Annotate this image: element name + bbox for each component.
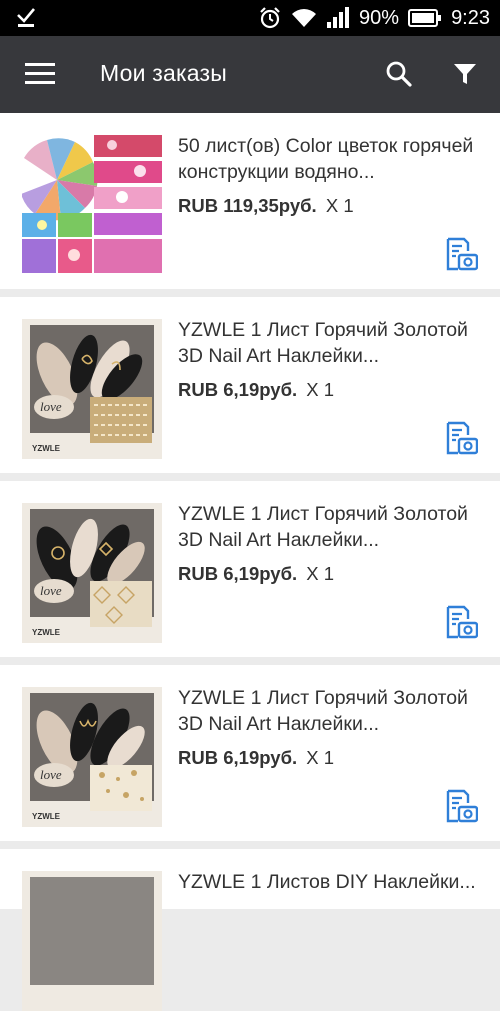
product-price: RUB 119,35руб. <box>178 195 317 216</box>
page-title: Мои заказы <box>100 60 227 86</box>
thumb-brand-text: YZWLE <box>32 812 61 821</box>
filter-icon[interactable] <box>453 62 477 91</box>
product-thumbnail <box>22 871 162 1011</box>
price-row: RUB 6,19руб. X 1 <box>178 747 478 769</box>
order-info: YZWLE 1 Лист Горячий Золотой 3D Nail Art… <box>178 501 478 585</box>
receipt-photo-icon[interactable] <box>444 789 479 823</box>
signal-icon <box>326 7 350 29</box>
clock: 9:23 <box>451 6 490 29</box>
product-name[interactable]: 50 лист(ов) Color цветок горячей констру… <box>178 133 478 185</box>
product-name[interactable]: YZWLE 1 Лист Горячий Золотой 3D Nail Art… <box>178 501 478 553</box>
order-info: 50 лист(ов) Color цветок горячей констру… <box>178 133 478 217</box>
order-info: YZWLE 1 Листов DIY Наклейки... <box>178 869 478 895</box>
order-item[interactable]: YZWLE 1 Листов DIY Наклейки... <box>0 849 500 1011</box>
product-thumbnail: love YZWLE <box>22 503 162 643</box>
thumb-love-text: love <box>40 583 62 598</box>
order-info: YZWLE 1 Лист Горячий Золотой 3D Nail Art… <box>178 317 478 401</box>
price-row: RUB 6,19руб. X 1 <box>178 379 478 401</box>
thumb-love-text: love <box>40 767 62 782</box>
search-icon[interactable] <box>385 60 413 93</box>
receipt-photo-icon[interactable] <box>444 605 479 639</box>
order-item[interactable]: 50 лист(ов) Color цветок горячей констру… <box>0 113 500 289</box>
thumb-brand-text: YZWLE <box>32 444 61 453</box>
product-quantity: X 1 <box>306 563 335 584</box>
product-name[interactable]: YZWLE 1 Лист Горячий Золотой 3D Nail Art… <box>178 317 478 369</box>
product-price: RUB 6,19руб. <box>178 379 298 400</box>
thumb-brand-text: YZWLE <box>32 628 61 637</box>
orders-list: 50 лист(ов) Color цветок горячей констру… <box>0 113 500 1011</box>
order-item[interactable]: love YZWLE YZWLE 1 Лист Горячий Золотой … <box>0 481 500 657</box>
order-item[interactable]: love YZWLE YZWLE 1 Лист Горячий Золотой … <box>0 665 500 841</box>
product-price: RUB 6,19руб. <box>178 563 298 584</box>
receipt-photo-icon[interactable] <box>444 421 479 455</box>
product-price: RUB 6,19руб. <box>178 747 298 768</box>
battery-percent: 90% <box>359 6 400 29</box>
price-row: RUB 119,35руб. X 1 <box>178 195 478 217</box>
product-thumbnail <box>22 135 162 275</box>
menu-icon[interactable] <box>25 62 55 86</box>
alarm-icon <box>258 6 282 30</box>
battery-icon <box>408 8 442 28</box>
product-name[interactable]: YZWLE 1 Листов DIY Наклейки... <box>178 869 478 895</box>
product-name[interactable]: YZWLE 1 Лист Горячий Золотой 3D Nail Art… <box>178 685 478 737</box>
check-notification-icon <box>16 6 36 33</box>
product-thumbnail: love YZWLE <box>22 319 162 459</box>
order-info: YZWLE 1 Лист Горячий Золотой 3D Nail Art… <box>178 685 478 769</box>
product-quantity: X 1 <box>306 747 335 768</box>
order-item[interactable]: love YZWLE YZWLE 1 Лист Горячий Золотой … <box>0 297 500 473</box>
product-quantity: X 1 <box>306 379 335 400</box>
receipt-photo-icon[interactable] <box>444 237 479 271</box>
app-bar: Мои заказы <box>0 36 500 113</box>
product-quantity: X 1 <box>325 195 354 216</box>
product-thumbnail: love YZWLE <box>22 687 162 827</box>
wifi-icon <box>291 7 317 29</box>
price-row: RUB 6,19руб. X 1 <box>178 563 478 585</box>
thumb-love-text: love <box>40 399 62 414</box>
status-bar: 90% 9:23 <box>0 0 500 36</box>
